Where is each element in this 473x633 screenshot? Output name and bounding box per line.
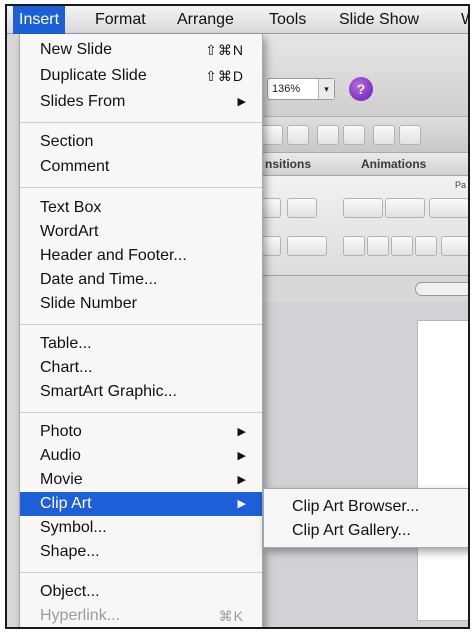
chevron-down-icon[interactable]: ▾ [318, 79, 334, 99]
bullets-button[interactable] [317, 125, 339, 145]
menu-item-date-time[interactable]: Date and Time... [20, 268, 262, 292]
menu-item-label: Header and Footer... [40, 247, 187, 264]
menu-format[interactable]: Format [89, 6, 152, 34]
menu-item-label: Clip Art [40, 495, 92, 512]
menu-item-label: Shape... [40, 543, 100, 560]
bullets-dropdown[interactable] [343, 198, 383, 218]
menu-item-comment[interactable]: Comment [20, 155, 262, 179]
menu-separator [20, 187, 262, 188]
menu-item-label: SmartArt Graphic... [40, 383, 177, 400]
menu-separator [20, 572, 262, 573]
menu-separator [20, 412, 262, 413]
menu-item-label: Object... [40, 583, 100, 600]
indent-dropdown[interactable] [429, 198, 468, 218]
submenu-arrow-icon: ▶ [237, 450, 246, 462]
slide-workspace [257, 302, 468, 627]
menu-item-label: Clip Art Gallery... [292, 522, 411, 539]
menu-item-movie[interactable]: Movie ▶ [20, 468, 262, 492]
formatting-toolbar [257, 116, 468, 152]
submenu-arrow-icon: ▶ [237, 426, 246, 438]
align-right-ribbon-button[interactable] [391, 236, 413, 256]
menu-item-label: Date and Time... [40, 271, 158, 288]
menu-item-clip-art-browser[interactable]: Clip Art Browser... [264, 495, 468, 519]
clip-art-submenu: Clip Art Browser... Clip Art Gallery... [263, 488, 468, 548]
menu-item-label: Slide Number [40, 295, 137, 312]
menu-item-shape[interactable]: Shape... [20, 540, 262, 564]
menu-item-shortcut: ⇧⌘D [205, 68, 244, 84]
menu-item-duplicate-slide[interactable]: Duplicate Slide ⇧⌘D [20, 64, 262, 88]
menu-item-clip-art-gallery[interactable]: Clip Art Gallery... [264, 519, 468, 543]
slide-canvas[interactable] [417, 320, 468, 621]
menu-item-label: Movie [40, 471, 83, 488]
text-style-button[interactable] [287, 198, 317, 218]
ruler-slider[interactable] [415, 282, 468, 296]
menu-item-label: New Slide [40, 41, 113, 58]
menu-item-label: Text Box [40, 199, 102, 216]
menu-item-smartart[interactable]: SmartArt Graphic... [20, 380, 262, 404]
ribbon-group-label: Pa [455, 180, 467, 190]
ribbon-tabs: nsitions Animations [257, 152, 468, 176]
menu-item-audio[interactable]: Audio ▶ [20, 444, 262, 468]
align-left-ribbon-button[interactable] [343, 236, 365, 256]
menu-item-object[interactable]: Object... [20, 580, 262, 604]
menu-item-label: Section [40, 133, 94, 150]
zoom-select[interactable]: 136% ▾ [267, 78, 335, 100]
menu-item-section[interactable]: Section [20, 130, 262, 154]
menu-item-new-slide[interactable]: New Slide ⇧⌘N [20, 38, 262, 62]
menu-tools[interactable]: Tools [263, 6, 312, 34]
submenu-arrow-icon: ▶ [237, 498, 246, 510]
align-center-ribbon-button[interactable] [367, 236, 389, 256]
menu-item-label: Table... [40, 335, 92, 352]
submenu-arrow-icon: ▶ [237, 96, 246, 108]
font-color-dropdown[interactable] [287, 236, 327, 256]
numbering-dropdown[interactable] [385, 198, 425, 218]
menu-item-slide-number[interactable]: Slide Number [20, 292, 262, 316]
menu-slide-show[interactable]: Slide Show [333, 6, 425, 34]
main-toolbar [257, 34, 468, 116]
menu-item-clip-art[interactable]: Clip Art ▶ [20, 492, 262, 516]
zoom-value: 136% [272, 83, 301, 95]
menu-item-text-box[interactable]: Text Box [20, 196, 262, 220]
menu-item-label: Clip Art Browser... [292, 498, 420, 515]
menu-item-label: Hyperlink... [40, 607, 121, 624]
ribbon-panel: Pa [257, 176, 468, 276]
align-center-button[interactable] [287, 125, 309, 145]
menu-bar: Insert Format Arrange Tools Slide Show W [7, 6, 468, 34]
tab-animations[interactable]: Animations [361, 153, 426, 175]
align-left-button[interactable] [261, 125, 283, 145]
menu-item-label: Duplicate Slide [40, 67, 147, 84]
menu-arrange[interactable]: Arrange [171, 6, 240, 34]
insert-menu: New Slide ⇧⌘N Duplicate Slide ⇧⌘D Slides… [19, 34, 263, 627]
menu-item-label: Audio [40, 447, 81, 464]
menu-item-photo[interactable]: Photo ▶ [20, 420, 262, 444]
menu-item-header-footer[interactable]: Header and Footer... [20, 244, 262, 268]
menu-item-label: WordArt [40, 223, 99, 240]
menu-item-table[interactable]: Table... [20, 332, 262, 356]
help-button[interactable]: ? [349, 77, 373, 101]
menu-separator [20, 122, 262, 123]
outdent-button[interactable] [399, 125, 421, 145]
menu-item-slides-from[interactable]: Slides From ▶ [20, 90, 262, 114]
menu-item-symbol[interactable]: Symbol... [20, 516, 262, 540]
columns-ribbon-button[interactable] [441, 236, 468, 256]
indent-button[interactable] [373, 125, 395, 145]
menu-item-hyperlink: Hyperlink... ⌘K [20, 604, 262, 627]
menu-item-shortcut: ⌘K [218, 608, 244, 624]
menu-item-label: Comment [40, 158, 110, 175]
menu-window[interactable]: W [455, 6, 468, 34]
menu-item-label: Photo [40, 423, 82, 440]
menu-item-wordart[interactable]: WordArt [20, 220, 262, 244]
menu-item-label: Slides From [40, 93, 126, 110]
menu-item-label: Chart... [40, 359, 93, 376]
menu-item-label: Symbol... [40, 519, 107, 536]
menu-insert[interactable]: Insert [13, 6, 66, 34]
tab-transitions[interactable]: nsitions [265, 153, 311, 175]
numbering-button[interactable] [343, 125, 365, 145]
menu-separator [20, 324, 262, 325]
menu-item-shortcut: ⇧⌘N [205, 42, 244, 58]
submenu-arrow-icon: ▶ [237, 474, 246, 486]
menu-item-chart[interactable]: Chart... [20, 356, 262, 380]
justify-ribbon-button[interactable] [415, 236, 437, 256]
screenshot-frame: 136% ▾ ? nsitions Animations Pa Insert F… [5, 4, 470, 629]
